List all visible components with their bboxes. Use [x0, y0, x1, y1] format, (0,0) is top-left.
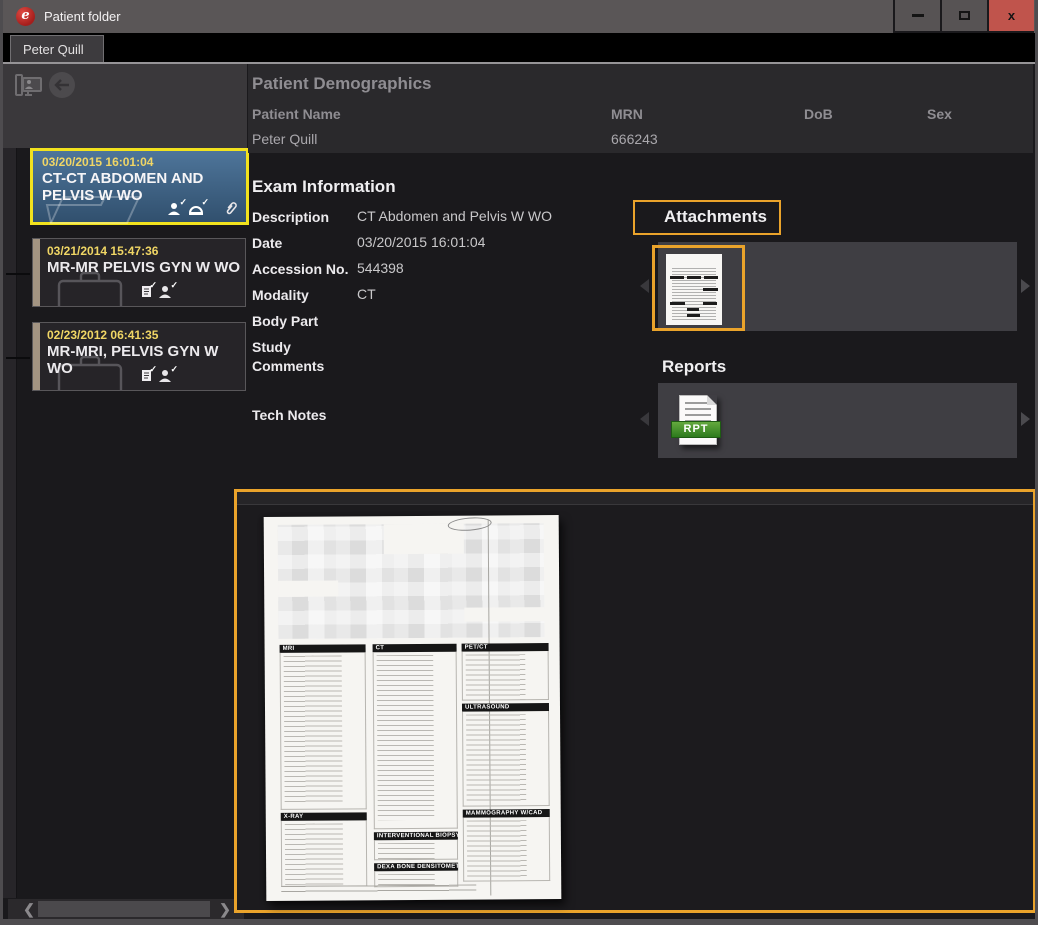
physician-check-icon: ✓	[158, 285, 173, 298]
value-mrn: 666243	[611, 131, 658, 147]
exam-item-mri-pelvis-2012[interactable]: 02/23/2012 06:41:35 MR-MRI, PELVIS GYN W…	[32, 322, 246, 391]
exam-item-mr-pelvis-2014[interactable]: 03/21/2014 15:47:36 MR-MR PELVIS GYN W W…	[32, 238, 246, 307]
exam-info-title: Exam Information	[252, 177, 396, 197]
label-patient-name: Patient Name	[252, 106, 341, 122]
exam-item-stripe	[33, 239, 40, 306]
maximize-button[interactable]	[942, 0, 987, 31]
form-body-petct	[462, 651, 549, 701]
exam-list-scrollbar: ❮ ❯	[8, 899, 244, 919]
label-body-part: Body Part	[252, 312, 354, 331]
patient-demographics-section: Patient Demographics Patient Name MRN Do…	[248, 64, 1033, 153]
form-body-ultrasound	[462, 711, 550, 807]
report-check-icon: ✓	[141, 369, 152, 382]
timeline-tick	[6, 357, 30, 359]
report-check-icon: ✓	[141, 285, 152, 298]
value-description: CT Abdomen and Pelvis W WO	[357, 208, 552, 224]
form-body-mammography	[463, 817, 550, 882]
window-title: Patient folder	[44, 9, 121, 24]
back-button[interactable]	[49, 72, 75, 98]
form-footnote	[281, 885, 476, 895]
preview-header-band	[237, 492, 1033, 505]
label-mrn: MRN	[611, 106, 643, 122]
form-body-ct	[373, 652, 458, 830]
window-controls: x	[893, 0, 1034, 33]
exam-item-ct-abdomen[interactable]: 03/20/2015 16:01:04 CT-CT ABDOMEN AND PE…	[30, 148, 249, 225]
reports-prev-icon[interactable]	[640, 412, 649, 426]
tab-bar: Peter Quill	[0, 33, 1038, 62]
label-tech-notes: Tech Notes	[252, 406, 354, 425]
scrollbar-thumb[interactable]	[38, 901, 210, 917]
briefcase-icon	[57, 271, 125, 307]
sidebar-toolbar	[3, 64, 247, 148]
scanned-order-form: MRI X-RAY CT INTERVENTIONAL BIOPSY DEXA …	[264, 515, 562, 901]
label-description: Description	[252, 208, 354, 227]
physician-check-icon: ✓	[158, 369, 173, 382]
dictation-check-icon: ✓	[188, 202, 204, 215]
attachment-annotation-box	[652, 245, 745, 331]
exam-title: MR-MR PELVIS GYN W WO	[47, 259, 243, 276]
attachment-preview-panel: MRI X-RAY CT INTERVENTIONAL BIOPSY DEXA …	[234, 489, 1036, 913]
exam-date: 03/21/2014 15:47:36	[47, 244, 158, 258]
label-sex: Sex	[927, 106, 952, 122]
form-body-interventional-biopsy	[374, 840, 458, 861]
label-study-comments: Study Comments	[252, 338, 332, 376]
form-section-dexa: DEXA BONE DENSITOMETRY	[374, 863, 458, 872]
close-icon: x	[1008, 8, 1015, 23]
minimize-button[interactable]	[895, 0, 940, 31]
label-dob: DoB	[804, 106, 833, 122]
paperclip-icon	[224, 201, 238, 216]
tab-peter-quill[interactable]: Peter Quill	[10, 35, 104, 62]
patient-folder-window: e Patient folder x Peter Quill	[0, 0, 1038, 925]
back-arrow-icon	[54, 79, 70, 91]
attachments-title: Attachments	[664, 207, 767, 227]
attachments-next-icon[interactable]	[1021, 279, 1030, 293]
value-date: 03/20/2015 16:01:04	[357, 234, 485, 250]
attachments-annotation-box: Attachments	[633, 200, 781, 235]
form-body-xray	[281, 820, 367, 887]
value-modality: CT	[357, 286, 376, 302]
exam-title: CT-CT ABDOMEN AND PELVIS W WO	[42, 170, 244, 204]
close-button[interactable]: x	[989, 0, 1034, 31]
patient-card-icon[interactable]	[15, 72, 43, 98]
exam-item-stripe	[33, 323, 40, 390]
reports-title: Reports	[662, 357, 726, 377]
form-section-mammography: MAMMOGRAPHY W/CAD	[463, 809, 550, 818]
minimize-icon	[912, 14, 924, 17]
label-date: Date	[252, 234, 354, 253]
rpt-banner: RPT	[671, 421, 721, 438]
form-body-mri	[280, 652, 367, 810]
attachments-prev-icon[interactable]	[640, 279, 649, 293]
label-modality: Modality	[252, 286, 354, 305]
exam-date: 02/23/2012 06:41:35	[47, 328, 158, 342]
attachment-thumbnail[interactable]	[666, 254, 722, 325]
timeline-tick	[6, 273, 30, 275]
label-accession: Accession No.	[252, 260, 362, 279]
maximize-icon	[959, 11, 970, 20]
report-rpt-icon[interactable]: RPT	[671, 393, 723, 451]
value-accession: 544398	[357, 260, 404, 276]
timeline-ruler	[3, 148, 17, 898]
exam-date: 03/20/2015 16:01:04	[42, 155, 153, 169]
physician-check-icon: ✓	[167, 202, 182, 215]
reports-next-icon[interactable]	[1021, 412, 1030, 426]
titlebar: e Patient folder x	[0, 0, 1038, 33]
app-logo-icon: e	[16, 7, 35, 26]
value-patient-name: Peter Quill	[252, 131, 317, 147]
form-section-interventional-biopsy: INTERVENTIONAL BIOPSY	[374, 832, 458, 841]
demographics-title: Patient Demographics	[252, 74, 432, 94]
